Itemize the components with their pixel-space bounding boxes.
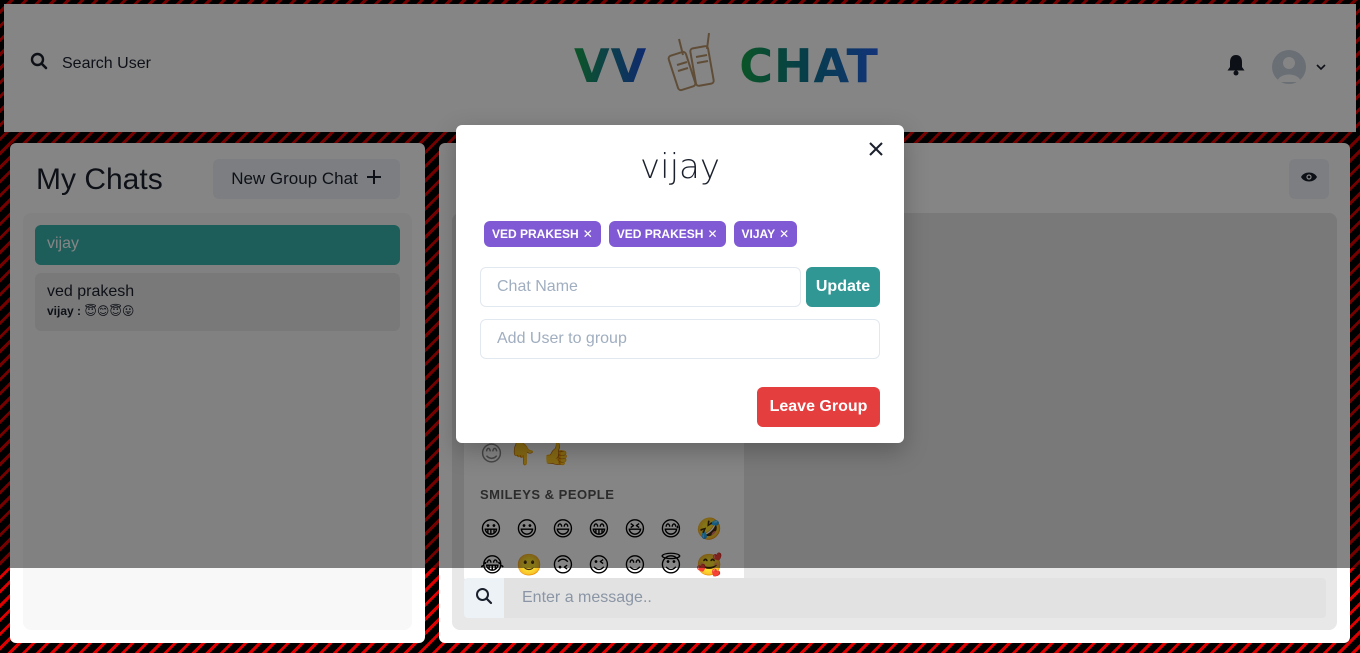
close-icon[interactable]: ✕ — [779, 227, 789, 241]
modal-title: vijay — [640, 147, 720, 187]
chat-name-input[interactable] — [480, 267, 801, 307]
user-badge[interactable]: VED PRAKESH ✕ — [484, 221, 601, 247]
close-icon[interactable]: ✕ — [583, 227, 593, 241]
message-input-row — [464, 578, 1326, 618]
group-member-badges: VED PRAKESH ✕ VED PRAKESH ✕ VIJAY ✕ — [484, 221, 798, 247]
user-badge-label: VIJAY — [741, 227, 776, 241]
message-input[interactable] — [504, 578, 1326, 618]
user-badge-label: VED PRAKESH — [616, 227, 704, 241]
add-user-input[interactable] — [480, 319, 880, 359]
emoji-toggle-button[interactable] — [464, 578, 504, 618]
user-badge[interactable]: VIJAY ✕ — [733, 221, 798, 247]
close-modal-button[interactable] — [864, 139, 888, 163]
rename-row: Update — [480, 267, 880, 307]
close-icon[interactable]: ✕ — [707, 227, 717, 241]
update-group-modal: vijay VED PRAKESH ✕ VED PRAKESH ✕ VIJAY … — [456, 125, 904, 443]
user-badge[interactable]: VED PRAKESH ✕ — [608, 221, 726, 247]
search-icon — [475, 587, 493, 610]
update-button[interactable]: Update — [806, 267, 880, 307]
user-badge-label: VED PRAKESH — [492, 227, 579, 241]
close-icon — [869, 141, 883, 161]
leave-group-button[interactable]: Leave Group — [757, 387, 880, 427]
